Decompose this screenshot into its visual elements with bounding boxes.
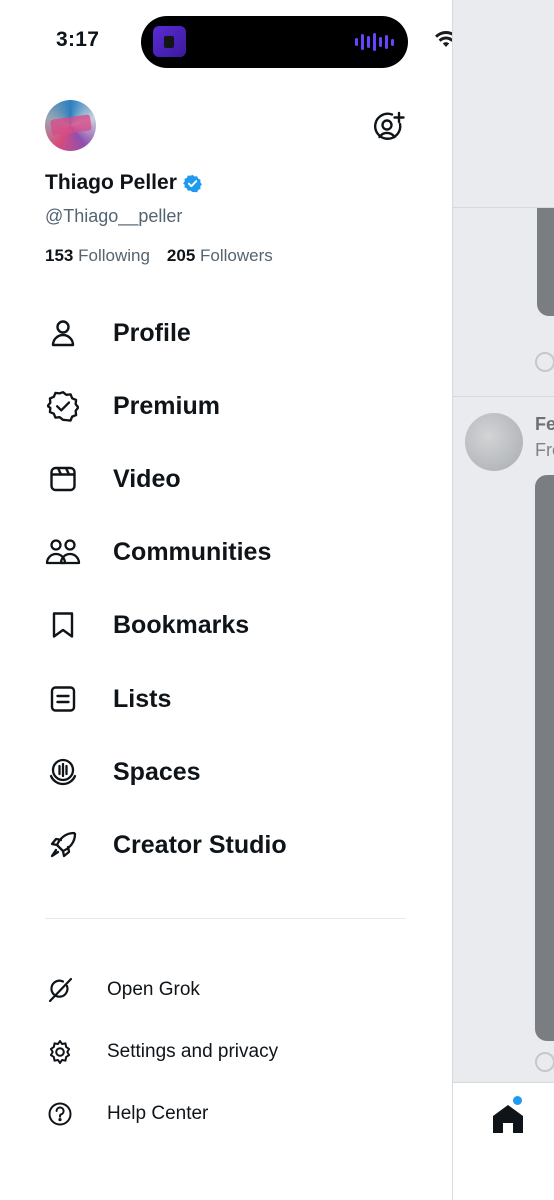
menu-item-bookmarks[interactable]: Bookmarks	[40, 597, 420, 653]
menu-item-spaces[interactable]: Spaces	[40, 744, 420, 800]
grok-icon	[40, 970, 80, 1010]
menu-item-label: Video	[113, 464, 181, 493]
gear-icon	[40, 1032, 80, 1072]
menu-item-open-grok[interactable]: Open Grok	[40, 968, 420, 1012]
menu-item-creator-studio[interactable]: Creator Studio	[40, 817, 420, 873]
add-account-icon[interactable]	[372, 111, 406, 145]
timeline-avatar	[465, 413, 523, 471]
timeline-media-card	[535, 475, 554, 1041]
menu-item-label: Bookmarks	[113, 610, 250, 639]
menu-divider	[45, 918, 406, 919]
status-time: 3:17	[56, 28, 100, 51]
rocket-icon	[40, 822, 86, 868]
profile-handle: @Thiago__peller	[45, 206, 183, 226]
following-link[interactable]: 153 Following	[45, 246, 150, 266]
audio-waveform-icon	[355, 32, 394, 52]
bottom-tab-bar	[453, 1082, 554, 1200]
menu-item-premium[interactable]: Premium	[40, 378, 420, 434]
profile-name-row[interactable]: Thiago Peller	[45, 171, 202, 195]
menu-item-label: Premium	[113, 391, 220, 420]
verified-badge-icon	[40, 383, 86, 429]
following-count: 153	[45, 246, 74, 265]
menu-item-label: Open Grok	[107, 979, 200, 1000]
menu-item-communities[interactable]: Communities	[40, 524, 420, 580]
menu-item-settings-privacy[interactable]: Settings and privacy	[40, 1030, 420, 1074]
now-playing-artwork	[153, 26, 186, 57]
menu-item-label: Help Center	[107, 1103, 209, 1124]
dimmed-timeline[interactable]: Fe Fre	[452, 0, 554, 1200]
followers-link[interactable]: 205 Followers	[167, 246, 273, 266]
timeline-divider	[453, 396, 554, 397]
followers-label: Followers	[200, 246, 273, 265]
spaces-icon	[40, 749, 86, 795]
timeline-text: Fre	[535, 440, 554, 460]
list-icon	[40, 676, 86, 722]
communities-icon	[40, 529, 86, 575]
video-icon	[40, 456, 86, 502]
menu-item-label: Creator Studio	[113, 830, 287, 859]
home-icon[interactable]	[491, 1103, 525, 1135]
menu-item-help-center[interactable]: Help Center	[40, 1092, 420, 1136]
profile-name: Thiago Peller	[45, 171, 177, 194]
followers-count: 205	[166, 246, 196, 265]
dynamic-island-now-playing[interactable]	[141, 16, 408, 68]
bookmark-icon	[40, 602, 86, 648]
menu-item-label: Lists	[113, 684, 172, 713]
menu-item-label: Communities	[113, 537, 272, 566]
timeline-author: Fe	[535, 414, 554, 434]
person-icon	[40, 310, 86, 356]
help-icon	[40, 1094, 80, 1134]
menu-item-profile[interactable]: Profile	[40, 305, 420, 361]
menu-item-label: Spaces	[113, 757, 201, 786]
follow-stats: 153 Following 205 Followers	[45, 246, 273, 266]
menu-item-label: Profile	[113, 318, 191, 347]
following-label: Following	[78, 246, 150, 265]
notification-dot	[513, 1096, 522, 1105]
reply-icon	[535, 1052, 554, 1072]
reply-icon	[535, 352, 554, 372]
timeline-media-card	[537, 208, 554, 316]
profile-avatar[interactable]	[45, 100, 96, 151]
verified-badge-icon	[182, 174, 202, 192]
menu-item-video[interactable]: Video	[40, 451, 420, 507]
menu-item-lists[interactable]: Lists	[40, 671, 420, 727]
menu-item-label: Settings and privacy	[107, 1041, 279, 1062]
